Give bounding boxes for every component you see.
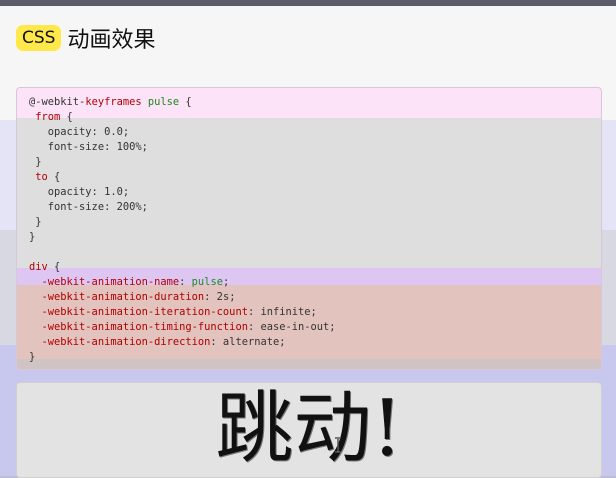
code-token: opacity: 0.0; [29,126,130,138]
code-token: ; [222,276,230,288]
code-token: keyframes [85,96,142,108]
code-line: opacity: 1.0; [29,185,336,200]
text-cursor-icon [335,437,341,453]
code-token: { [47,171,61,183]
code-token: } [29,216,42,228]
code-token: : alternate; [210,336,286,348]
demo-box: 跳动! [16,382,602,478]
code-token: : ease-in-out; [247,321,336,333]
code-line: @-webkit-keyframes pulse { [29,95,336,110]
code-line: font-size: 200%; [29,200,336,215]
code-token: div [29,261,48,273]
animated-demo-text: 跳动! [215,384,403,474]
code-token: opacity: 1.0; [29,186,130,198]
section-header: CSS 动画效果 [16,22,155,54]
code-text: @-webkit-keyframes pulse { from { opacit… [17,88,336,365]
code-token: from [35,111,61,123]
code-token: pulse [191,276,223,288]
code-line: } [29,215,336,230]
code-token: font-size: 100%; [29,141,148,153]
code-token: -webkit-animation-duration [41,291,205,303]
code-token: pulse [147,96,180,108]
code-token: to [35,171,48,183]
section-title: 动画效果 [67,28,156,53]
code-token: : 2s; [204,291,236,303]
code-token: -webkit-animation-direction [41,336,211,348]
css-badge: CSS [16,25,62,51]
code-line: to { [29,170,336,185]
code-line: } [29,155,336,170]
code-line: } [29,230,336,245]
code-line: opacity: 0.0; [29,125,336,140]
code-line: -webkit-animation-duration: 2s; [29,290,336,305]
code-token: { [47,261,61,273]
code-token: -webkit-animation-iteration-count [41,306,248,318]
code-token: { [60,111,73,123]
code-line: -webkit-animation-iteration-count: infin… [29,305,336,320]
code-line: -webkit-animation-name: pulse; [29,275,336,290]
code-line: -webkit-animation-timing-function: ease-… [29,320,336,335]
code-token: @-webkit- [29,96,86,108]
code-token: -webkit-animation-timing-function [41,321,248,333]
code-line: -webkit-animation-direction: alternate; [29,335,336,350]
code-token: } [29,231,36,243]
code-line: } [29,350,336,365]
code-token: } [29,351,36,363]
code-token: { [179,96,192,108]
code-token: font-size: 200%; [29,201,148,213]
code-token: : infinite; [247,306,317,318]
code-token: -webkit-animation-name [41,276,180,288]
code-token: : [179,276,192,288]
code-line: font-size: 100%; [29,140,336,155]
code-token: } [29,156,42,168]
code-line: from { [29,110,336,125]
code-line: div { [29,260,336,275]
code-block[interactable]: @-webkit-keyframes pulse { from { opacit… [16,87,602,370]
